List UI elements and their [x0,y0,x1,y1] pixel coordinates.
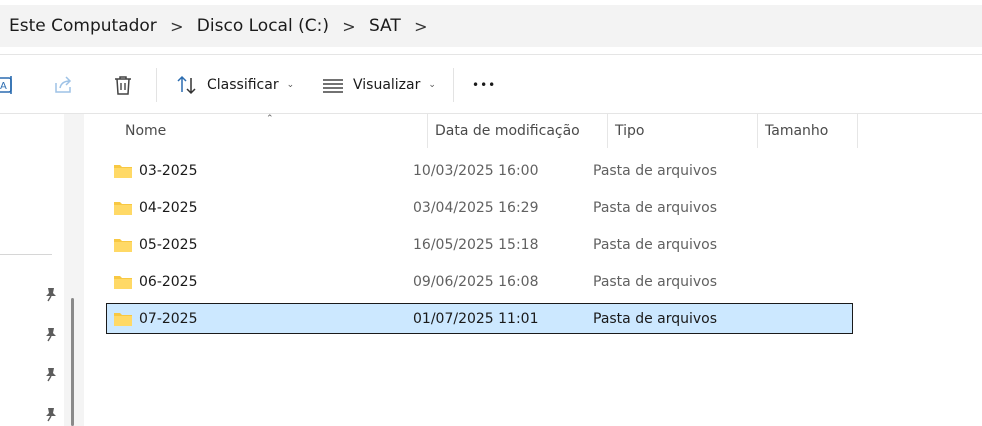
file-name-cell: 05-2025 [113,230,198,259]
more-options-button[interactable]: ••• [472,72,496,98]
column-header-size[interactable]: Tamanho [765,114,855,148]
chevron-down-icon: ⌄ [286,80,295,90]
nav-divider [0,254,52,255]
file-type: Pasta de arquivos [593,162,718,179]
file-row[interactable]: 04-2025 03/04/2025 16:29 Pasta de arquivos [106,192,853,223]
pin-icon[interactable] [44,326,58,342]
nav-scrollbar-track[interactable] [64,114,84,426]
file-name: 06-2025 [139,273,198,290]
file-date: 16/05/2025 15:18 [413,236,539,253]
file-date: 09/06/2025 16:08 [413,273,539,290]
nav-scrollbar-thumb[interactable] [71,298,74,426]
column-header-type[interactable]: Tipo [615,114,755,148]
file-type: Pasta de arquivos [593,273,718,290]
column-separator[interactable] [427,114,428,148]
more-icon: ••• [472,78,497,92]
share-icon[interactable] [51,73,75,97]
file-date: 03/04/2025 16:29 [413,199,539,216]
file-list: ⌃ Nome Data de modificação Tipo Tamanho … [84,114,982,426]
pin-icon[interactable] [44,366,58,382]
view-label: Visualizar [353,77,421,93]
divider [0,54,982,55]
sort-icon [177,75,196,95]
breadcrumb-item-computer[interactable]: Este Computador [9,16,157,36]
column-header-name[interactable]: Nome [125,114,425,148]
chevron-down-icon: ⌄ [428,80,436,90]
column-header-label: Tipo [615,123,645,139]
file-type: Pasta de arquivos [593,236,718,253]
delete-icon[interactable] [111,73,135,97]
file-row[interactable]: 07-2025 01/07/2025 11:01 Pasta de arquivos [106,303,853,334]
file-name-cell: 03-2025 [113,156,198,185]
file-row[interactable]: 05-2025 16/05/2025 15:18 Pasta de arquivos [106,229,853,260]
file-type: Pasta de arquivos [593,310,718,327]
svg-text:A: A [0,81,7,92]
view-icon [323,79,343,93]
file-row[interactable]: 06-2025 09/06/2025 16:08 Pasta de arquivos [106,266,853,297]
command-bar: A Classificar ⌄ Visualizar ⌄ ••• [0,56,982,113]
folder-icon [114,201,132,215]
folder-icon [114,164,132,178]
file-date: 10/03/2025 16:00 [413,162,539,179]
breadcrumb-item-local-disk[interactable]: Disco Local (C:) [197,16,329,36]
view-button[interactable]: Visualizar ⌄ [322,72,436,98]
address-bar[interactable]: Este Computador > Disco Local (C:) > SAT… [0,5,982,47]
folder-icon [114,312,132,326]
file-name: 05-2025 [139,236,198,253]
column-separator[interactable] [757,114,758,148]
file-date: 01/07/2025 11:01 [413,310,539,327]
file-name-cell: 06-2025 [113,267,198,296]
pin-icon[interactable] [44,406,58,422]
pin-icon[interactable] [44,286,58,302]
sort-label: Classificar [207,77,279,93]
sort-button[interactable]: Classificar ⌄ [176,72,294,98]
breadcrumb-item-sat[interactable]: SAT [369,16,401,36]
folder-icon [114,275,132,289]
breadcrumb-separator[interactable]: > [401,17,441,36]
column-header-date[interactable]: Data de modificação [435,114,605,148]
column-separator[interactable] [607,114,608,148]
folder-icon [114,238,132,252]
breadcrumb: Este Computador > Disco Local (C:) > SAT… [9,16,441,36]
breadcrumb-separator[interactable]: > [157,17,197,36]
navigation-pane [0,114,64,426]
column-header-label: Nome [125,123,167,139]
column-header-label: Tamanho [765,123,829,139]
rename-icon[interactable]: A [0,73,16,97]
column-header-label: Data de modificação [435,123,580,139]
file-name-cell: 04-2025 [113,193,198,222]
file-name-cell: 07-2025 [113,304,198,333]
file-name: 04-2025 [139,199,198,216]
column-separator[interactable] [857,114,858,148]
file-type: Pasta de arquivos [593,199,718,216]
file-name: 03-2025 [139,162,198,179]
file-name: 07-2025 [139,310,198,327]
breadcrumb-separator[interactable]: > [329,17,369,36]
toolbar-separator [156,68,157,102]
toolbar-separator [453,68,454,102]
file-row[interactable]: 03-2025 10/03/2025 16:00 Pasta de arquivos [106,155,853,186]
